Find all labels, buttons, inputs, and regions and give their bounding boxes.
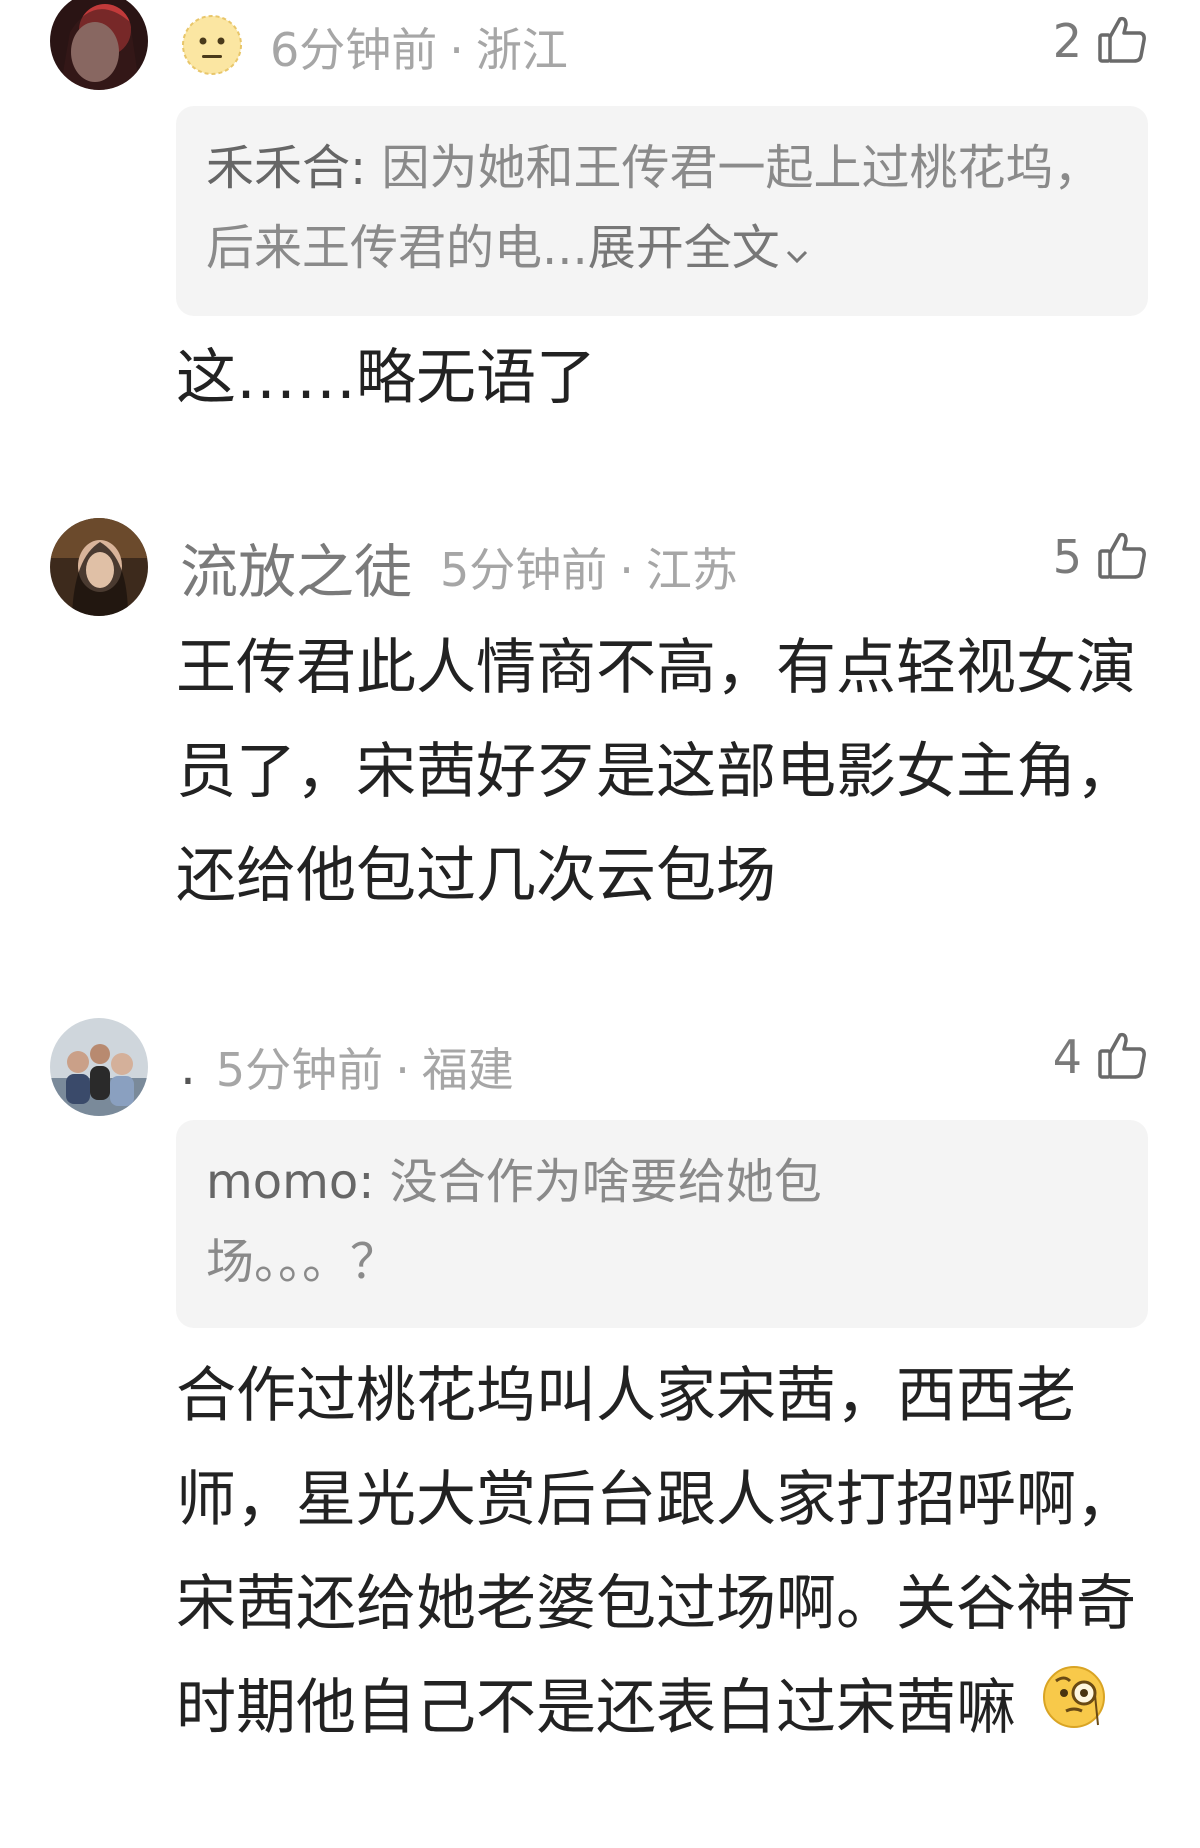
comment-meta: . 5分钟前 · 福建	[180, 1032, 514, 1102]
expand-link[interactable]: 展开全文	[588, 220, 810, 276]
separator: ·	[395, 1043, 410, 1097]
thumbs-up-icon	[1096, 13, 1148, 69]
face-emoji-icon	[180, 13, 244, 81]
quote-author: 禾禾合:	[206, 140, 367, 196]
separator: ·	[619, 543, 634, 597]
avatar[interactable]	[50, 1018, 148, 1116]
comment-time: 5分钟前	[215, 1043, 384, 1097]
like-count: 4	[1052, 1030, 1082, 1084]
quoted-reply[interactable]: 禾禾合: 因为她和王传君一起上过桃花坞，后来王传君的电...展开全文	[176, 106, 1148, 316]
comment-text-content: 合作过桃花坞叫人家宋茜，西西老师，星光大赏后台跟人家打招呼啊，宋茜还给她老婆包过…	[176, 1361, 1136, 1743]
comment-time: 5分钟前	[440, 543, 608, 597]
like-button[interactable]: 2	[1053, 6, 1148, 76]
thumbs-up-icon	[1096, 1029, 1148, 1085]
chevron-down-icon	[784, 211, 810, 291]
time-location: 5分钟前 · 福建	[216, 1034, 514, 1100]
like-button[interactable]: 5	[1053, 522, 1148, 592]
like-count: 5	[1052, 530, 1082, 584]
monocle-face-icon	[1038, 1659, 1110, 1763]
time-location: 5分钟前 · 江苏	[440, 534, 738, 600]
comment-location: 浙江	[475, 23, 568, 77]
thumbs-up-icon	[1096, 529, 1148, 585]
comment-time: 6分钟前	[270, 23, 438, 77]
comment-location: 福建	[421, 1043, 514, 1097]
comment-meta: 流放之徒 5分钟前 · 江苏	[180, 532, 738, 606]
avatar-photo	[50, 518, 148, 616]
expand-label: 展开全文	[587, 220, 780, 276]
like-count: 2	[1052, 14, 1082, 68]
time-location: 6分钟前 · 浙江	[270, 14, 568, 80]
avatar-photo	[50, 0, 148, 90]
comment-meta: 6分钟前 · 浙江	[180, 12, 568, 82]
like-button[interactable]: 4	[1053, 1022, 1148, 1092]
quote-author: momo:	[206, 1154, 375, 1210]
quoted-reply[interactable]: momo: 没合作为啥要给她包场。。。？	[176, 1120, 1148, 1328]
avatar[interactable]	[50, 0, 148, 90]
avatar[interactable]	[50, 518, 148, 616]
comment-text: 王传君此人情商不高，有点轻视女演员了，宋茜好歹是这部电影女主角，还给他包过几次云…	[176, 633, 1136, 911]
comment-text: 这……略无语了	[176, 343, 596, 413]
username[interactable]: .	[180, 1038, 196, 1096]
comment-location: 江苏	[645, 543, 738, 597]
avatar-photo	[50, 1018, 148, 1116]
comment-text: 合作过桃花坞叫人家宋茜，西西老师，星光大赏后台跟人家打招呼啊，宋茜还给她老婆包过…	[176, 1344, 1156, 1763]
username[interactable]: 流放之徒	[180, 525, 412, 609]
separator: ·	[449, 23, 464, 77]
